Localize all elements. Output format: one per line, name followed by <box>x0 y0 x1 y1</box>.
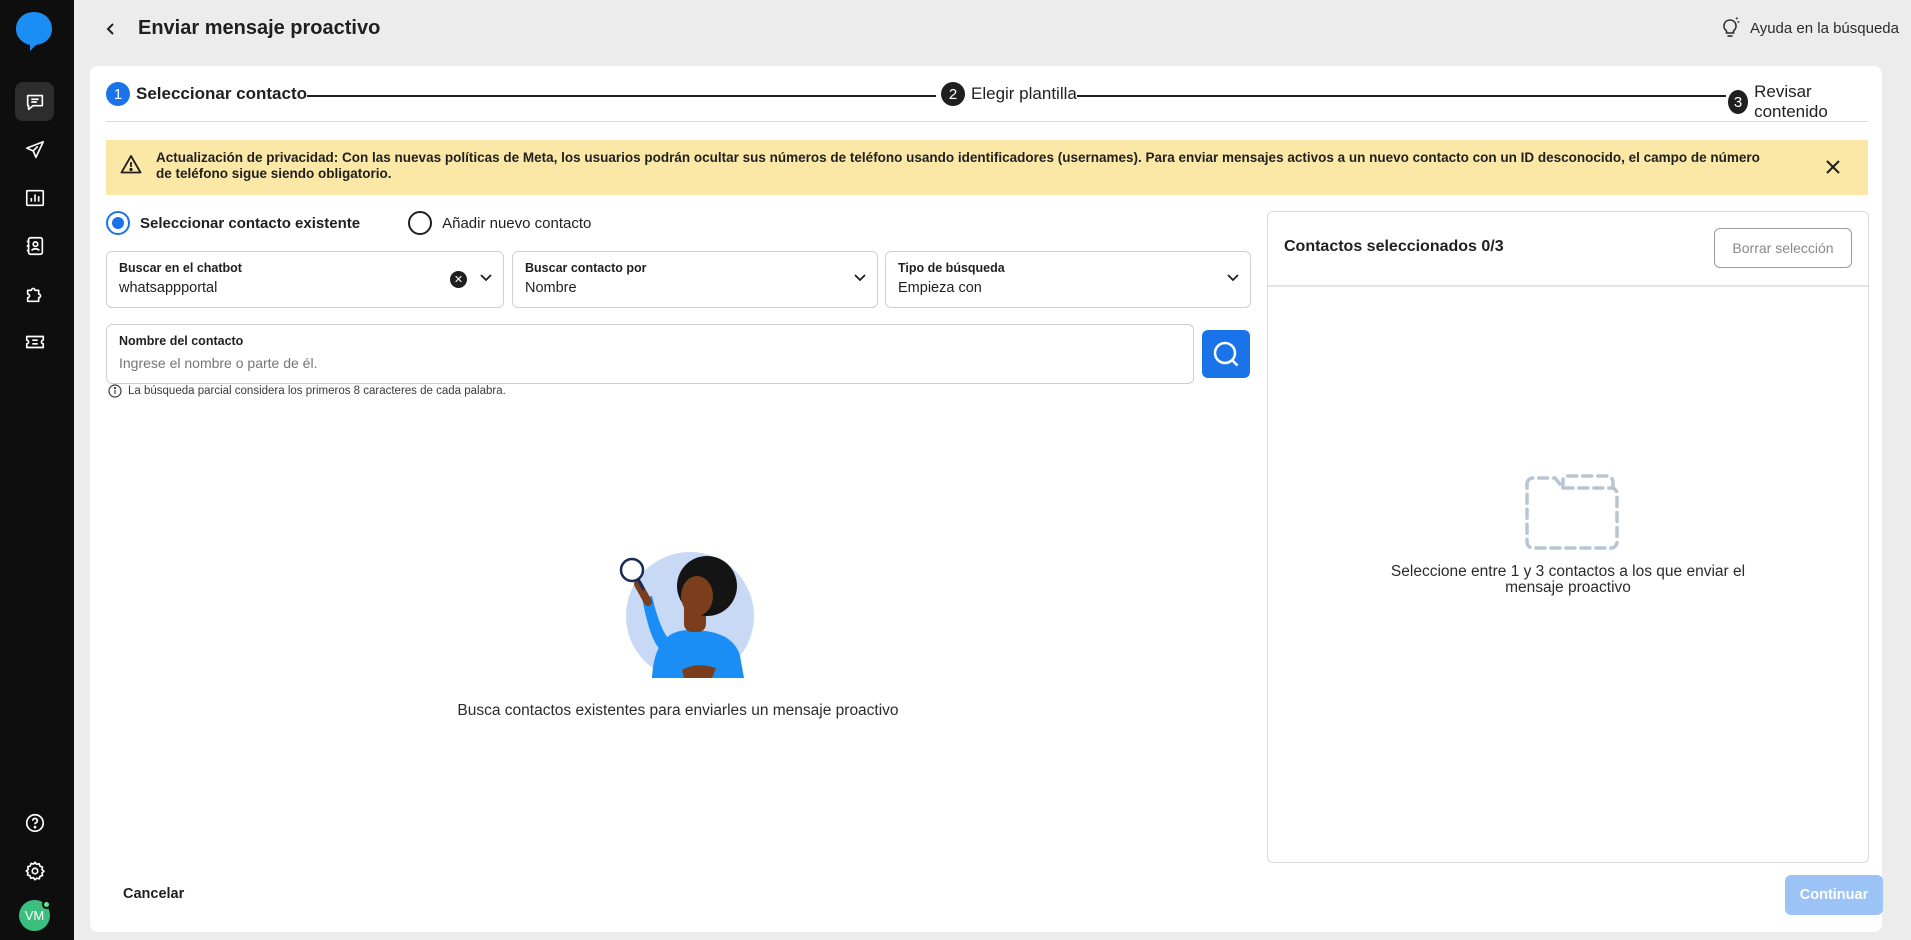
sidebar-item-integrations[interactable] <box>15 274 54 313</box>
page-header: Enviar mensaje proactivo Ayuda en la bús… <box>74 0 1911 60</box>
step-choose-template: 2 Elegir plantilla <box>941 82 1077 106</box>
clear-icon[interactable]: ✕ <box>450 271 467 288</box>
puzzle-icon <box>26 287 41 302</box>
radio-button[interactable] <box>408 211 433 235</box>
continue-button[interactable]: Continuar <box>1785 875 1883 915</box>
chatbot-select[interactable]: Buscar en el chatbot whatsappportal ✕ <box>106 251 504 308</box>
panel-title: Contactos seleccionados 0/3 <box>1284 238 1504 255</box>
info-icon <box>108 384 122 398</box>
bar-chart-icon <box>25 189 44 206</box>
sidebar-item-help[interactable] <box>15 803 54 842</box>
radio-label: Añadir nuevo contacto <box>442 214 592 232</box>
online-status-dot <box>42 900 51 909</box>
privacy-alert: Actualización de privacidad: Con las nue… <box>106 140 1868 195</box>
hint-text: La búsqueda parcial considera los primer… <box>128 385 506 397</box>
chevron-down-icon <box>854 274 866 282</box>
gear-icon <box>24 860 45 881</box>
panel-empty-text: Seleccione entre 1 y 3 contactos a los q… <box>1390 563 1746 596</box>
search-icon <box>1213 341 1239 367</box>
close-icon[interactable] <box>1824 158 1842 176</box>
step-select-contact: 1 Seleccionar contacto <box>106 82 308 106</box>
divider <box>106 121 1868 122</box>
field-value: whatsappportal <box>119 280 218 296</box>
field-label: Buscar contacto por <box>525 261 647 275</box>
alert-text: Actualización de privacidad: Con las nue… <box>156 150 1760 181</box>
step-review-content: 3 Revisar contenido <box>1728 82 1868 122</box>
step-label: Elegir plantilla <box>971 84 1077 103</box>
cancel-button[interactable]: Cancelar <box>123 886 184 902</box>
stepper-line <box>286 95 936 97</box>
search-person-illustration <box>619 552 754 678</box>
radio-existing-contact[interactable]: Seleccionar contacto existente <box>106 211 360 235</box>
selected-contacts-panel: Contactos seleccionados 0/3 Borrar selec… <box>1267 211 1869 863</box>
step-number: 2 <box>941 82 965 106</box>
warning-icon <box>120 155 142 174</box>
help-label: Ayuda en la búsqueda <box>1749 19 1899 37</box>
sidebar-item-reports[interactable] <box>15 178 54 217</box>
sidebar-item-settings[interactable] <box>15 851 54 890</box>
clear-selection-button[interactable]: Borrar selección <box>1714 228 1852 268</box>
avatar[interactable]: VM <box>19 900 51 931</box>
chevron-left-icon <box>106 23 114 35</box>
main-card: 1 Seleccionar contacto 2 Elegir plantill… <box>90 66 1883 932</box>
step-number: 3 <box>1728 90 1749 114</box>
empty-state-text: Busca contactos existentes para enviarle… <box>457 702 899 719</box>
sidebar-item-campaigns[interactable] <box>15 130 54 169</box>
chevron-down-icon <box>1227 274 1239 282</box>
radio-button[interactable] <box>106 211 130 235</box>
search-by-select[interactable]: Buscar contacto por Nombre <box>512 251 878 308</box>
step-number: 1 <box>106 82 130 106</box>
step-label: Seleccionar contacto <box>136 84 308 103</box>
search-button[interactable] <box>1202 330 1250 378</box>
empty-folder-icon <box>1525 474 1619 550</box>
app-logo[interactable] <box>14 10 54 52</box>
ticket-icon <box>25 335 44 348</box>
search-type-select[interactable]: Tipo de búsqueda Empieza con <box>885 251 1251 308</box>
step-label: Revisar contenido <box>1754 82 1828 121</box>
sidebar-item-contacts[interactable] <box>15 226 54 265</box>
lightbulb-icon <box>1723 17 1740 37</box>
field-value: Empieza con <box>898 280 982 296</box>
field-value: Nombre <box>525 280 577 296</box>
field-label: Nombre del contacto <box>119 334 244 348</box>
help-circle-icon <box>25 813 44 832</box>
contact-name-input[interactable] <box>119 355 1179 371</box>
radio-label: Seleccionar contacto existente <box>140 214 361 232</box>
chevron-down-icon <box>480 274 492 282</box>
contact-name-field: Nombre del contacto <box>106 324 1194 384</box>
radio-new-contact[interactable]: Añadir nuevo contacto <box>408 211 591 235</box>
panel-header: Contactos seleccionados 0/3 Borrar selec… <box>1268 212 1868 287</box>
field-label: Buscar en el chatbot <box>119 261 242 275</box>
field-label: Tipo de búsqueda <box>898 261 1005 275</box>
chat-icon <box>26 94 43 110</box>
search-hint: La búsqueda parcial considera los primer… <box>108 384 506 398</box>
contacts-icon <box>26 236 43 255</box>
stepper: 1 Seleccionar contacto 2 Elegir plantill… <box>106 82 1868 122</box>
page-title: Enviar mensaje proactivo <box>138 17 381 39</box>
contact-mode-radio-group: Seleccionar contacto existente Añadir nu… <box>106 211 591 235</box>
sidebar: VM <box>0 0 74 940</box>
sidebar-item-tickets[interactable] <box>15 322 54 361</box>
sidebar-item-conversations[interactable] <box>15 82 54 121</box>
send-icon <box>25 140 44 158</box>
avatar-initials: VM <box>24 908 45 923</box>
search-help-link[interactable]: Ayuda en la búsqueda <box>1720 17 1899 39</box>
stepper-line <box>1076 95 1726 97</box>
back-button[interactable] <box>100 18 122 40</box>
